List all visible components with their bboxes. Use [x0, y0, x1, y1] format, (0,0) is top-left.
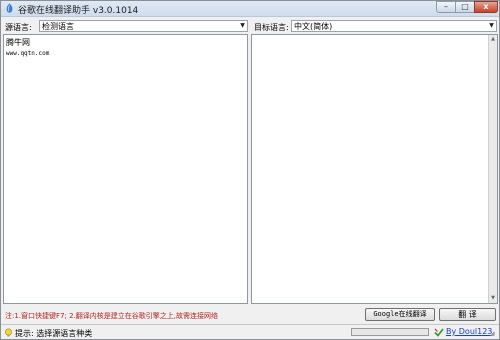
source-language-label: 源语言: — [5, 23, 32, 32]
status-hint: 提示: 选择源语言种类 — [15, 329, 93, 338]
window-title: 谷歌在线翻译助手 v3.0.1014 — [18, 6, 139, 16]
scroll-up-icon[interactable]: ▲ — [489, 35, 497, 44]
target-text-area[interactable]: ▲ ▼ — [251, 34, 498, 304]
chevron-down-icon: ▼ — [489, 22, 494, 29]
progress-bar — [351, 328, 429, 336]
google-translate-button[interactable]: Google在线翻译 — [365, 308, 435, 321]
close-button[interactable]: x — [474, 1, 498, 13]
target-language-value: 中文(简体) — [294, 22, 333, 31]
maximize-button[interactable]: □ — [455, 1, 475, 13]
chevron-down-icon: ▼ — [240, 22, 245, 29]
source-text-line-2: www.qqtn.com — [6, 50, 50, 57]
status-bar: 提示: 选择源语言种类 By Doul123 ◢ — [1, 324, 499, 339]
app-window: 谷歌在线翻译助手 v3.0.1014 – □ x 源语言: 检测语言 ▼ 目标语… — [0, 0, 500, 340]
hint-bulb-icon — [4, 328, 13, 337]
source-language-value: 检测语言 — [42, 22, 74, 31]
source-language-select[interactable]: 检测语言 ▼ — [39, 20, 248, 32]
usage-note: 注:1.窗口快捷键F7; 2.翻译内核是建立在谷歌引擎之上,故需连接网络 — [5, 312, 219, 320]
app-logo-icon — [6, 3, 13, 13]
title-bar[interactable]: 谷歌在线翻译助手 v3.0.1014 – □ x — [1, 1, 499, 17]
resize-grip-icon[interactable]: ◢ — [490, 330, 498, 338]
target-scrollbar[interactable]: ▲ ▼ — [488, 35, 497, 303]
check-logo-icon — [434, 328, 444, 337]
target-language-select[interactable]: 中文(简体) ▼ — [291, 20, 497, 32]
author-link[interactable]: By Doul123 — [446, 327, 492, 336]
minimize-button[interactable]: – — [436, 1, 456, 13]
source-text-area[interactable]: 腾牛网 www.qqtn.com — [3, 34, 248, 304]
target-language-label: 目标语言: — [254, 23, 289, 32]
translate-button[interactable]: 翻 译 — [439, 308, 496, 321]
source-text-line-1: 腾牛网 — [6, 38, 30, 47]
scroll-down-icon[interactable]: ▼ — [489, 294, 497, 303]
